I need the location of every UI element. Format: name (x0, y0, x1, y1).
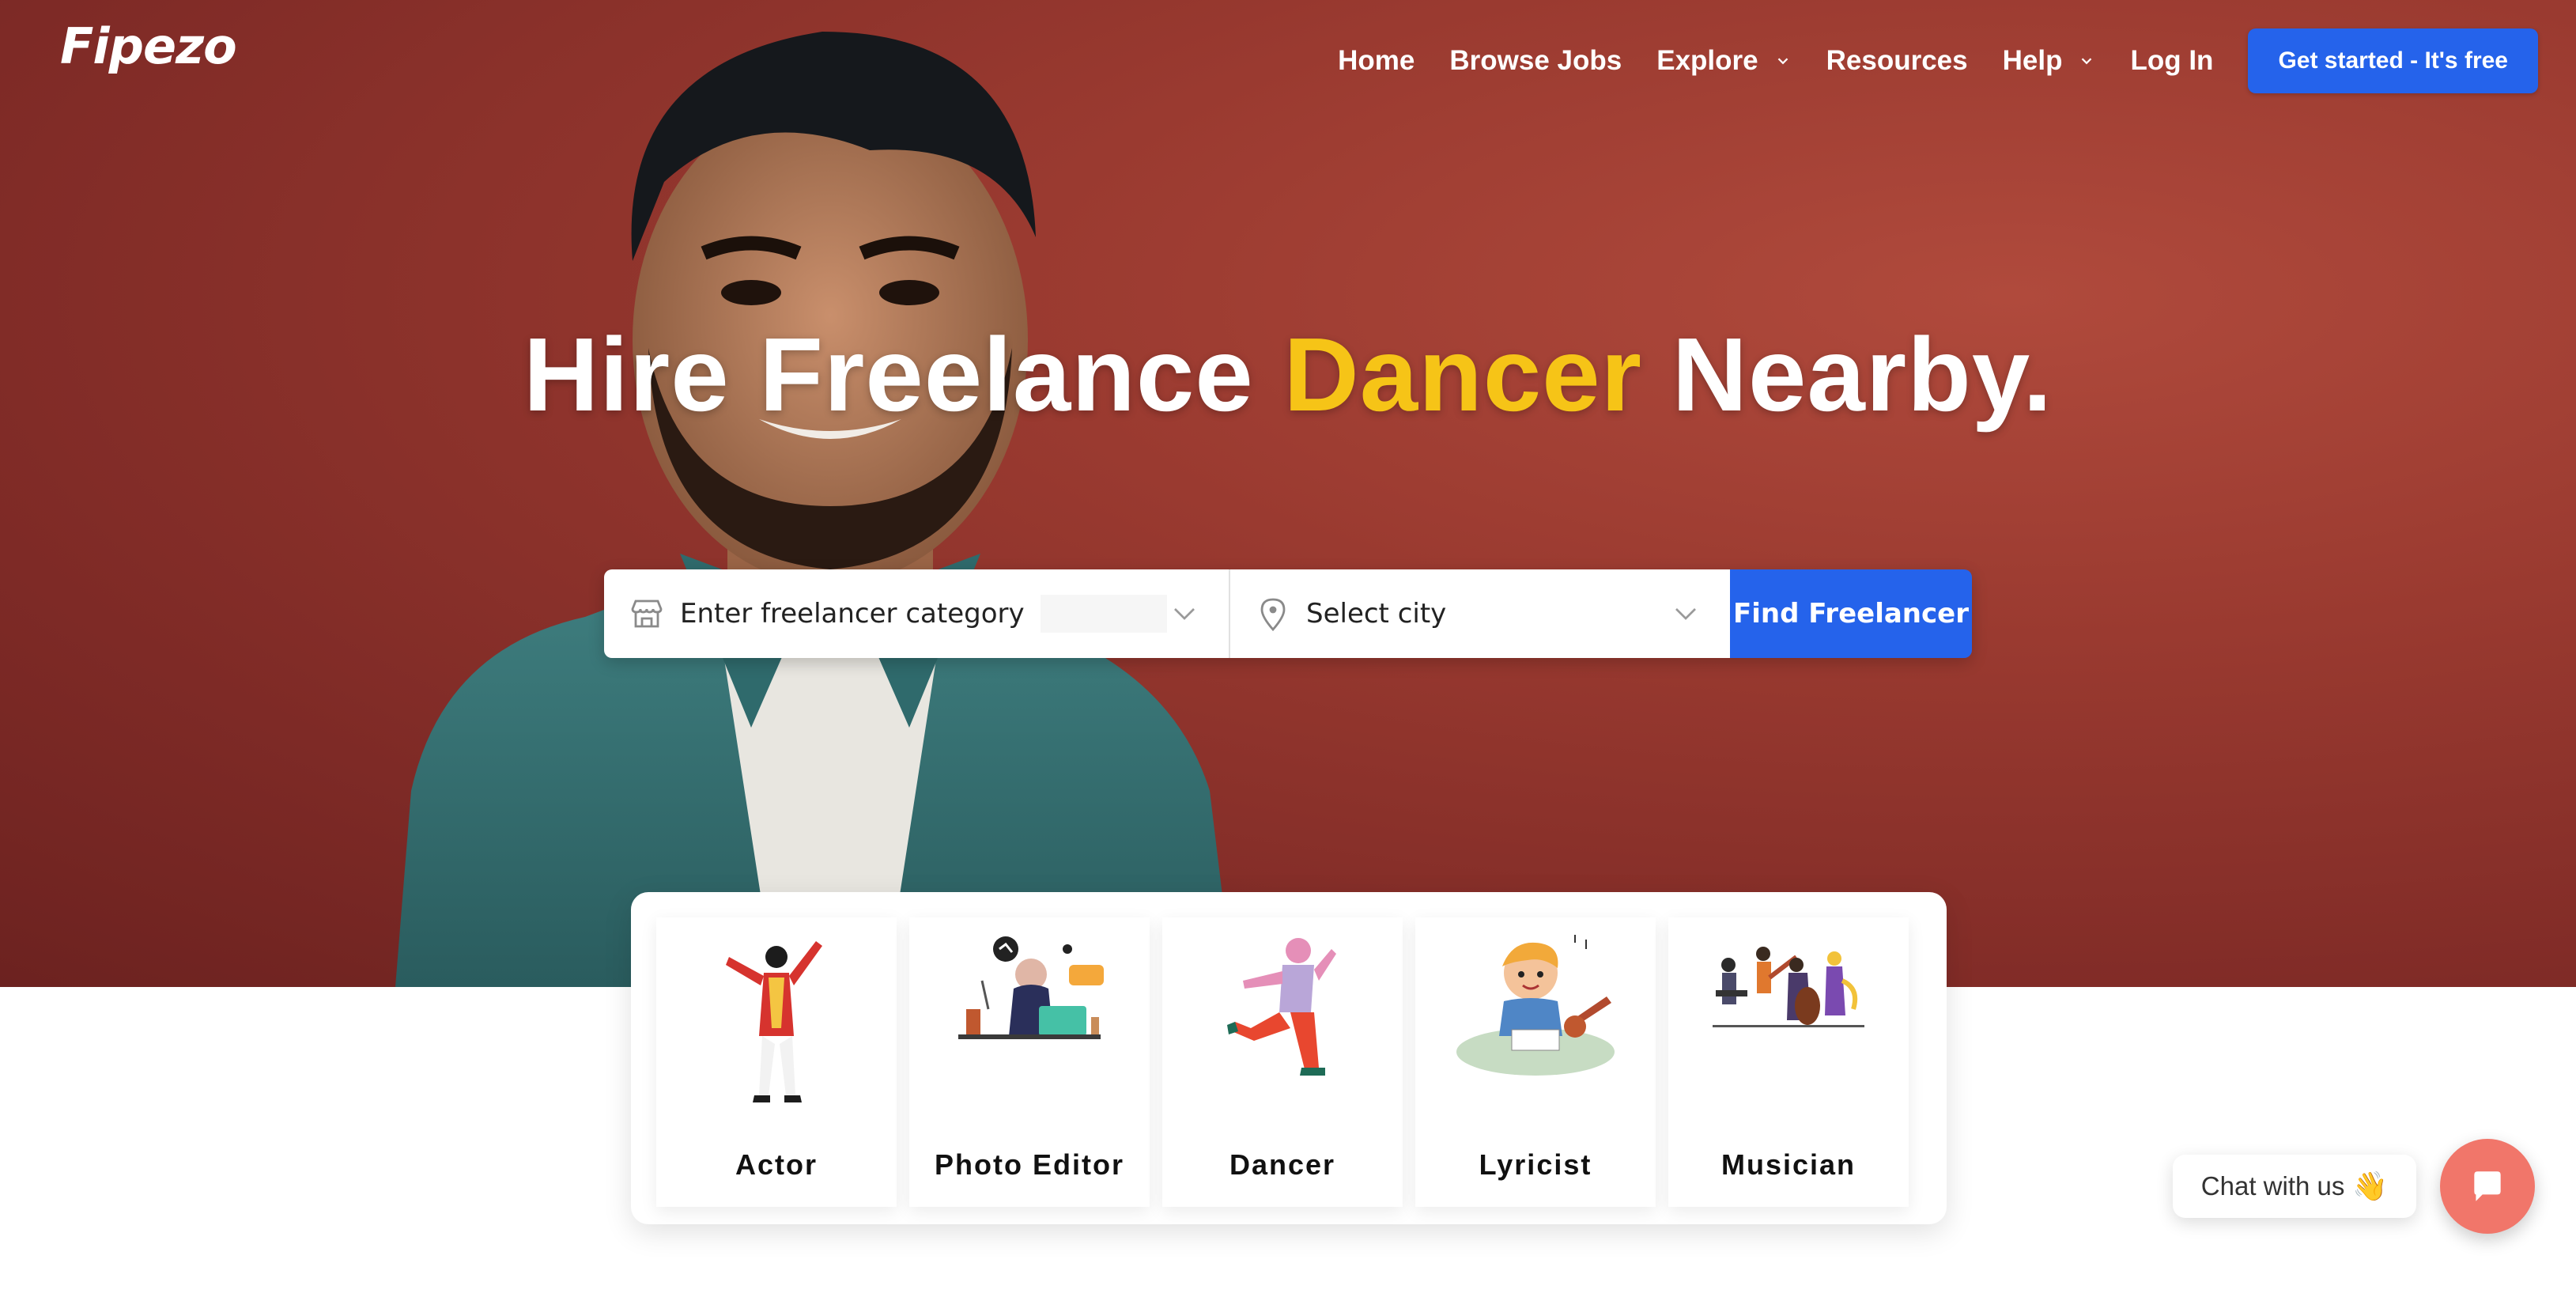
headline-accent: Dancer (1283, 316, 1642, 433)
chevron-down-icon[interactable] (1671, 599, 1700, 628)
nav-help[interactable]: Help (2003, 45, 2096, 77)
category-label: Musician (1720, 1148, 1856, 1181)
actor-illustration (726, 941, 822, 1102)
photo-editor-illustration (958, 936, 1104, 1039)
headline-suffix: Nearby. (1671, 316, 2053, 433)
search-bar: Enter freelancer category Select city Fi… (604, 569, 1972, 658)
category-card-musician[interactable]: Musician (1668, 917, 1909, 1207)
nav-login[interactable]: Log In (2130, 45, 2213, 77)
category-card-photo-editor[interactable]: Photo Editor (909, 917, 1150, 1207)
city-select[interactable]: Select city (1230, 569, 1730, 658)
nav-home-label: Home (1338, 45, 1415, 76)
location-pin-icon (1260, 598, 1286, 632)
category-label: Actor (735, 1148, 818, 1181)
get-started-button[interactable]: Get started - It's free (2248, 28, 2538, 93)
category-label: Dancer (1229, 1148, 1336, 1181)
chevron-down-icon (1777, 58, 1788, 65)
nav-explore-label: Explore (1656, 45, 1758, 76)
chat-button[interactable] (2440, 1139, 2535, 1234)
category-input[interactable]: Enter freelancer category (604, 569, 1230, 658)
nav-resources-label: Resources (1826, 45, 1968, 76)
nav-home[interactable]: Home (1338, 45, 1415, 77)
category-label: Photo Editor (935, 1148, 1124, 1181)
hero-person-image (395, 32, 1233, 987)
chat-with-us-label[interactable]: Chat with us 👋 (2173, 1155, 2416, 1218)
category-placeholder: Enter freelancer category (680, 598, 1025, 630)
wave-icon: 👋 (2352, 1170, 2389, 1202)
main-navigation: Home Browse Jobs Explore Resources Help … (1338, 28, 2538, 93)
nav-browse-jobs-label: Browse Jobs (1449, 45, 1622, 76)
city-placeholder: Select city (1306, 598, 1447, 630)
nav-resources[interactable]: Resources (1826, 45, 1968, 77)
nav-browse-jobs[interactable]: Browse Jobs (1449, 45, 1622, 77)
hero-section (0, 0, 2576, 987)
nav-login-label: Log In (2130, 45, 2214, 76)
chat-label: Chat with us (2200, 1171, 2345, 1201)
category-label: Lyricist (1479, 1148, 1592, 1181)
store-icon (631, 599, 663, 628)
category-card-lyricist[interactable]: Lyricist (1415, 917, 1656, 1207)
musician-illustration (1713, 947, 1864, 1027)
input-placeholder-block (1041, 595, 1167, 633)
nav-help-label: Help (2002, 45, 2063, 76)
site-logo[interactable]: Fipezo (60, 17, 237, 75)
category-card-dancer[interactable]: Dancer (1162, 917, 1403, 1207)
chevron-down-icon (2082, 58, 2092, 65)
nav-explore[interactable]: Explore (1656, 45, 1791, 77)
find-freelancer-button[interactable]: Find Freelancer (1730, 569, 1972, 658)
headline-prefix: Hire Freelance (523, 316, 1254, 433)
category-card-actor[interactable]: Actor (656, 917, 897, 1207)
hero-headline: Hire Freelance Dancer Nearby. (0, 315, 2576, 434)
dancer-illustration (1227, 938, 1336, 1076)
chat-bubble-icon (2474, 1171, 2501, 1201)
category-panel: Actor Photo Editor Dancer Lyricist Music… (631, 892, 1947, 1224)
lyricist-illustration (1456, 935, 1615, 1076)
chevron-down-icon[interactable] (1170, 599, 1199, 628)
